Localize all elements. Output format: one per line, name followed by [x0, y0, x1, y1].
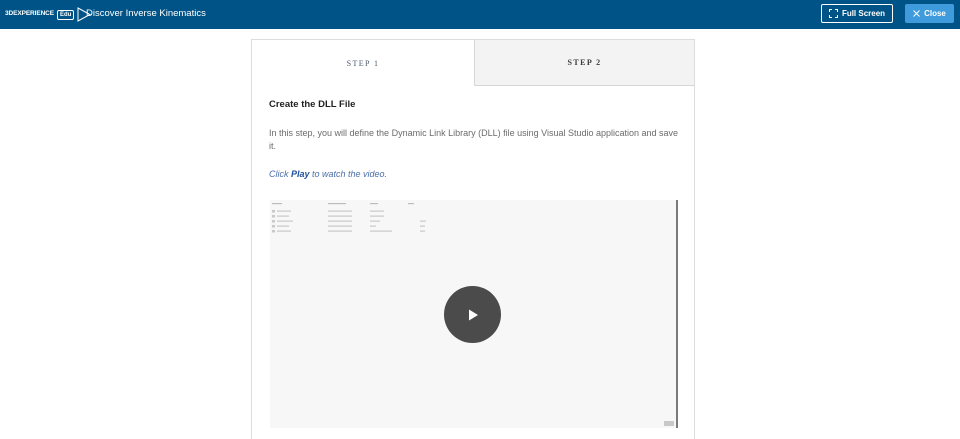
course-title: Discover Inverse Kinematics: [86, 8, 206, 19]
play-icon: [468, 309, 478, 320]
video-hint: Click Play to watch the video.: [269, 169, 387, 179]
step-tabs: STEP 1 STEP 2: [252, 40, 694, 86]
close-icon: [913, 10, 920, 17]
tab-step-1[interactable]: STEP 1: [252, 40, 474, 86]
top-bar: 3DEXPERIENCE Edu Discover Inverse Kinema…: [0, 0, 960, 29]
video-corner-mark: [664, 421, 674, 426]
brand-edu-badge: Edu: [57, 9, 75, 20]
step-card: STEP 1 STEP 2 Create the DLL File In thi…: [251, 39, 695, 439]
hint-suffix: to watch the video.: [309, 169, 388, 179]
fullscreen-icon: [828, 9, 838, 18]
step-title: Create the DLL File: [269, 99, 356, 110]
full-screen-button[interactable]: Full Screen: [821, 4, 893, 23]
close-label: Close: [924, 9, 946, 18]
close-button[interactable]: Close: [905, 4, 954, 23]
brand-logo: 3DEXPERIENCE Edu: [5, 7, 92, 22]
tab-step-2-label: STEP 2: [567, 58, 602, 67]
video-player[interactable]: [270, 200, 678, 428]
video-thumbnail-file-list: [272, 203, 426, 233]
hint-prefix: Click: [269, 169, 291, 179]
tab-step-2[interactable]: STEP 2: [474, 40, 694, 86]
full-screen-label: Full Screen: [841, 9, 886, 18]
step-description: In this step, you will define the Dynami…: [269, 128, 679, 151]
hint-play: Play: [291, 169, 310, 179]
tab-step-1-label: STEP 1: [346, 58, 380, 68]
play-button[interactable]: [444, 286, 501, 343]
brand-text: 3DEXPERIENCE: [5, 10, 55, 18]
